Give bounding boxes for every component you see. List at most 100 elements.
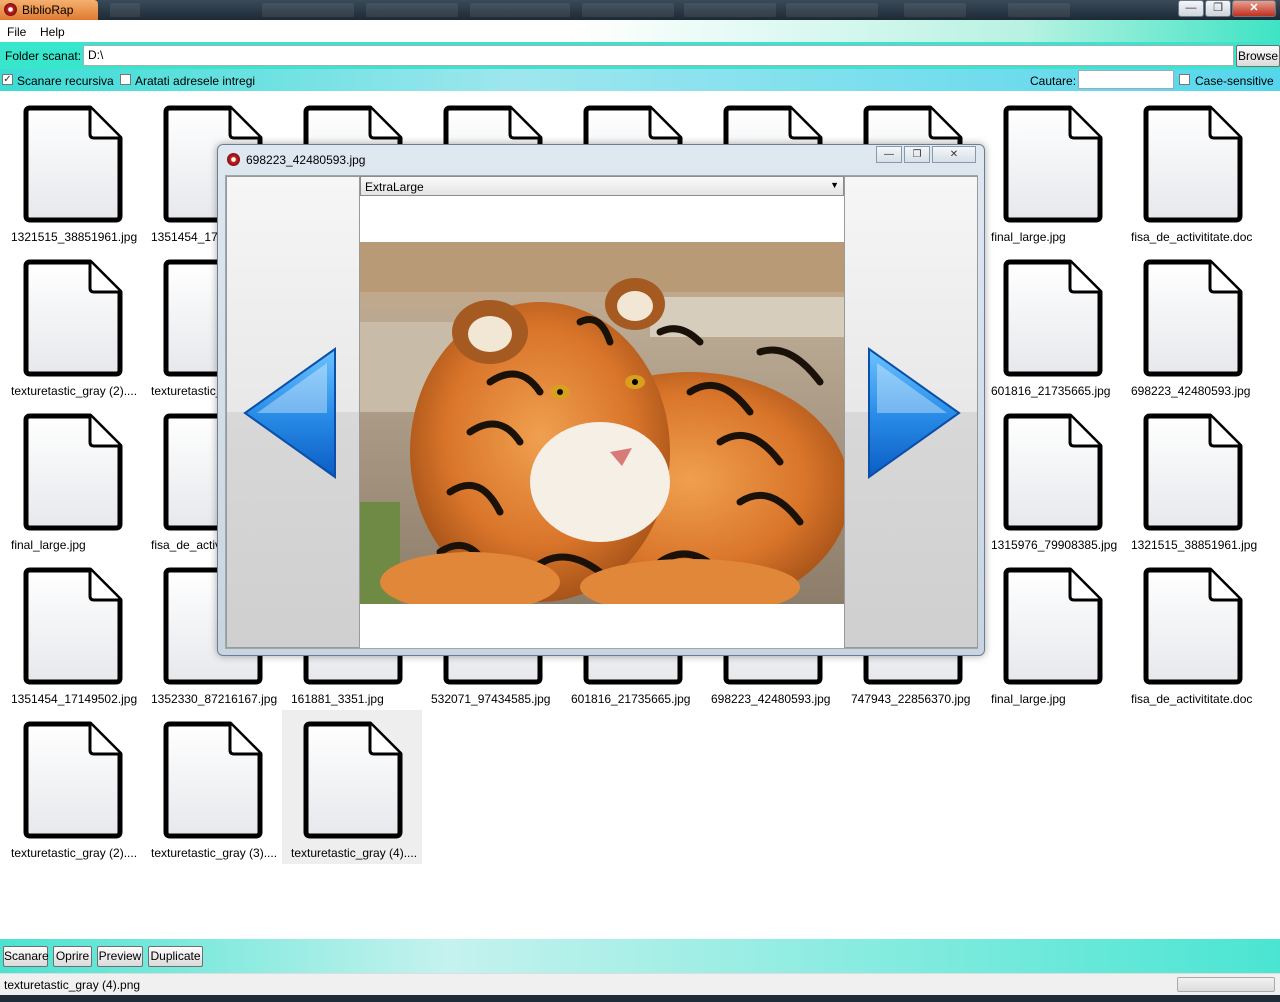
file-item[interactable]: texturetastic_gray (3).... xyxy=(142,710,282,864)
file-name: final_large.jpg xyxy=(991,230,1066,244)
file-item[interactable]: texturetastic_gray (2).... xyxy=(2,248,142,402)
file-item[interactable]: 1321515_38851961.jpg xyxy=(1122,402,1262,556)
file-name: 1315976_79908385.jpg xyxy=(991,538,1118,552)
document-icon xyxy=(22,104,124,224)
os-taskbar xyxy=(0,995,1280,1002)
file-item[interactable]: texturetastic_gray (4).... xyxy=(282,710,422,864)
full-paths-label: Aratati adresele intregi xyxy=(135,74,256,88)
stop-button[interactable]: Oprire xyxy=(53,946,92,967)
duplicates-button[interactable]: Duplicate xyxy=(148,946,203,967)
document-icon xyxy=(22,566,124,686)
search-label: Cautare: xyxy=(1030,74,1077,88)
document-icon xyxy=(1142,258,1244,378)
menu-help[interactable]: Help xyxy=(40,25,65,39)
taskbar-ghost-tab xyxy=(684,3,776,17)
menu-file[interactable]: File xyxy=(7,25,26,39)
folder-bar: Folder scanat: D:\ Browse xyxy=(0,42,1280,69)
preview-app-icon xyxy=(227,153,240,166)
taskbar-ghost-tab xyxy=(262,3,354,17)
taskbar-ghost-tab xyxy=(470,3,570,17)
preview-window: 698223_42480593.jpg — ❐ ✕ ExtraLarge ▼ xyxy=(217,144,985,656)
file-item[interactable]: final_large.jpg xyxy=(982,556,1122,710)
file-item[interactable]: fisa_de_activititate.doc xyxy=(1122,556,1262,710)
document-icon xyxy=(1002,412,1104,532)
file-name: texturetastic_gray (2).... xyxy=(11,384,138,398)
preview-minimize-icon[interactable]: — xyxy=(876,146,902,163)
bottom-toolbar: Scanare Oprire Preview Duplicate xyxy=(0,939,1280,973)
file-name: final_large.jpg xyxy=(991,692,1066,706)
preview-restore-icon[interactable]: ❐ xyxy=(904,146,930,163)
document-icon xyxy=(302,720,404,840)
file-name: texturetastic_gray (4).... xyxy=(291,846,418,860)
previous-image-button[interactable] xyxy=(226,176,360,648)
file-name: texturetastic_gray (2).... xyxy=(11,846,138,860)
browse-button[interactable]: Browse xyxy=(1236,45,1280,67)
file-item[interactable]: fisa_de_activititate.doc xyxy=(1122,94,1262,248)
size-select-value: ExtraLarge xyxy=(365,180,424,194)
case-sensitive-checkbox[interactable] xyxy=(1179,74,1190,85)
file-item[interactable]: final_large.jpg xyxy=(2,402,142,556)
file-item[interactable]: texturetastic_gray (2).... xyxy=(2,710,142,864)
preview-close-icon[interactable]: ✕ xyxy=(932,146,976,163)
file-name: 698223_42480593.jpg xyxy=(711,692,831,706)
options-bar: ✓ Scanare recursiva Aratati adresele int… xyxy=(0,69,1280,91)
size-select[interactable]: ExtraLarge ▼ xyxy=(360,176,844,196)
arrow-right-icon xyxy=(868,347,961,479)
file-item[interactable]: 1321515_38851961.jpg xyxy=(2,94,142,248)
file-name: 698223_42480593.jpg xyxy=(1131,384,1251,398)
file-name: 747943_22856370.jpg xyxy=(851,692,971,706)
tiger-photo xyxy=(360,242,844,604)
close-icon[interactable]: ✕ xyxy=(1232,0,1276,17)
file-item[interactable]: 698223_42480593.jpg xyxy=(1122,248,1262,402)
taskbar-ghost-tab xyxy=(786,3,878,17)
file-name: 1352330_87216167.jpg xyxy=(151,692,278,706)
folder-label: Folder scanat: xyxy=(5,49,82,63)
file-name: fisa_de_activititate.doc xyxy=(1131,230,1253,244)
app-logo-icon xyxy=(4,3,17,16)
document-icon xyxy=(22,412,124,532)
document-icon xyxy=(22,258,124,378)
recursive-label: Scanare recursiva xyxy=(17,74,114,88)
document-icon xyxy=(1002,104,1104,224)
app-title-tab[interactable]: BiblioRap xyxy=(0,0,98,20)
file-name: 601816_21735665.jpg xyxy=(991,384,1111,398)
taskbar-ghost-icon xyxy=(110,3,140,17)
file-name: 161881_3351.jpg xyxy=(291,692,384,706)
menu-bar: File Help xyxy=(0,20,1280,42)
folder-path-input[interactable]: D:\ xyxy=(83,45,1234,66)
taskbar-ghost-tab xyxy=(1008,3,1070,17)
status-bar: texturetastic_gray (4).png xyxy=(0,973,1280,996)
status-text: texturetastic_gray (4).png xyxy=(4,978,141,992)
full-paths-checkbox[interactable] xyxy=(120,74,131,85)
file-item[interactable]: final_large.jpg xyxy=(982,94,1122,248)
chevron-down-icon: ▼ xyxy=(830,180,839,190)
file-name: 532071_97434585.jpg xyxy=(431,692,551,706)
file-item[interactable]: 1351454_17149502.jpg xyxy=(2,556,142,710)
file-name: 601816_21735665.jpg xyxy=(571,692,691,706)
document-icon xyxy=(1002,258,1104,378)
minimize-icon[interactable]: — xyxy=(1178,0,1204,17)
file-item[interactable]: 601816_21735665.jpg xyxy=(982,248,1122,402)
preview-title: 698223_42480593.jpg xyxy=(246,153,366,167)
preview-client-area: ExtraLarge ▼ xyxy=(225,175,978,649)
file-name: final_large.jpg xyxy=(11,538,86,552)
file-name: fisa_de_activititate.doc xyxy=(1131,692,1253,706)
file-name: 1321515_38851961.jpg xyxy=(11,230,138,244)
search-input[interactable] xyxy=(1078,70,1174,89)
preview-button[interactable]: Preview xyxy=(97,946,143,967)
app-title: BiblioRap xyxy=(22,3,74,17)
document-icon xyxy=(162,720,264,840)
file-item[interactable]: 1315976_79908385.jpg xyxy=(982,402,1122,556)
taskbar-ghost-tab xyxy=(582,3,674,17)
scan-button[interactable]: Scanare xyxy=(3,946,49,967)
taskbar-ghost-tab xyxy=(904,3,966,17)
file-name: texturetastic_gray (3).... xyxy=(151,846,278,860)
title-bar: BiblioRap — ❐ ✕ xyxy=(0,0,1280,20)
recursive-checkbox[interactable]: ✓ xyxy=(2,74,13,85)
restore-icon[interactable]: ❐ xyxy=(1205,0,1231,17)
case-sensitive-label: Case-sensitive xyxy=(1195,74,1274,88)
next-image-button[interactable] xyxy=(844,176,978,648)
file-name: 1351454_17149502.jpg xyxy=(11,692,138,706)
document-icon xyxy=(1142,566,1244,686)
file-name: 1321515_38851961.jpg xyxy=(1131,538,1258,552)
